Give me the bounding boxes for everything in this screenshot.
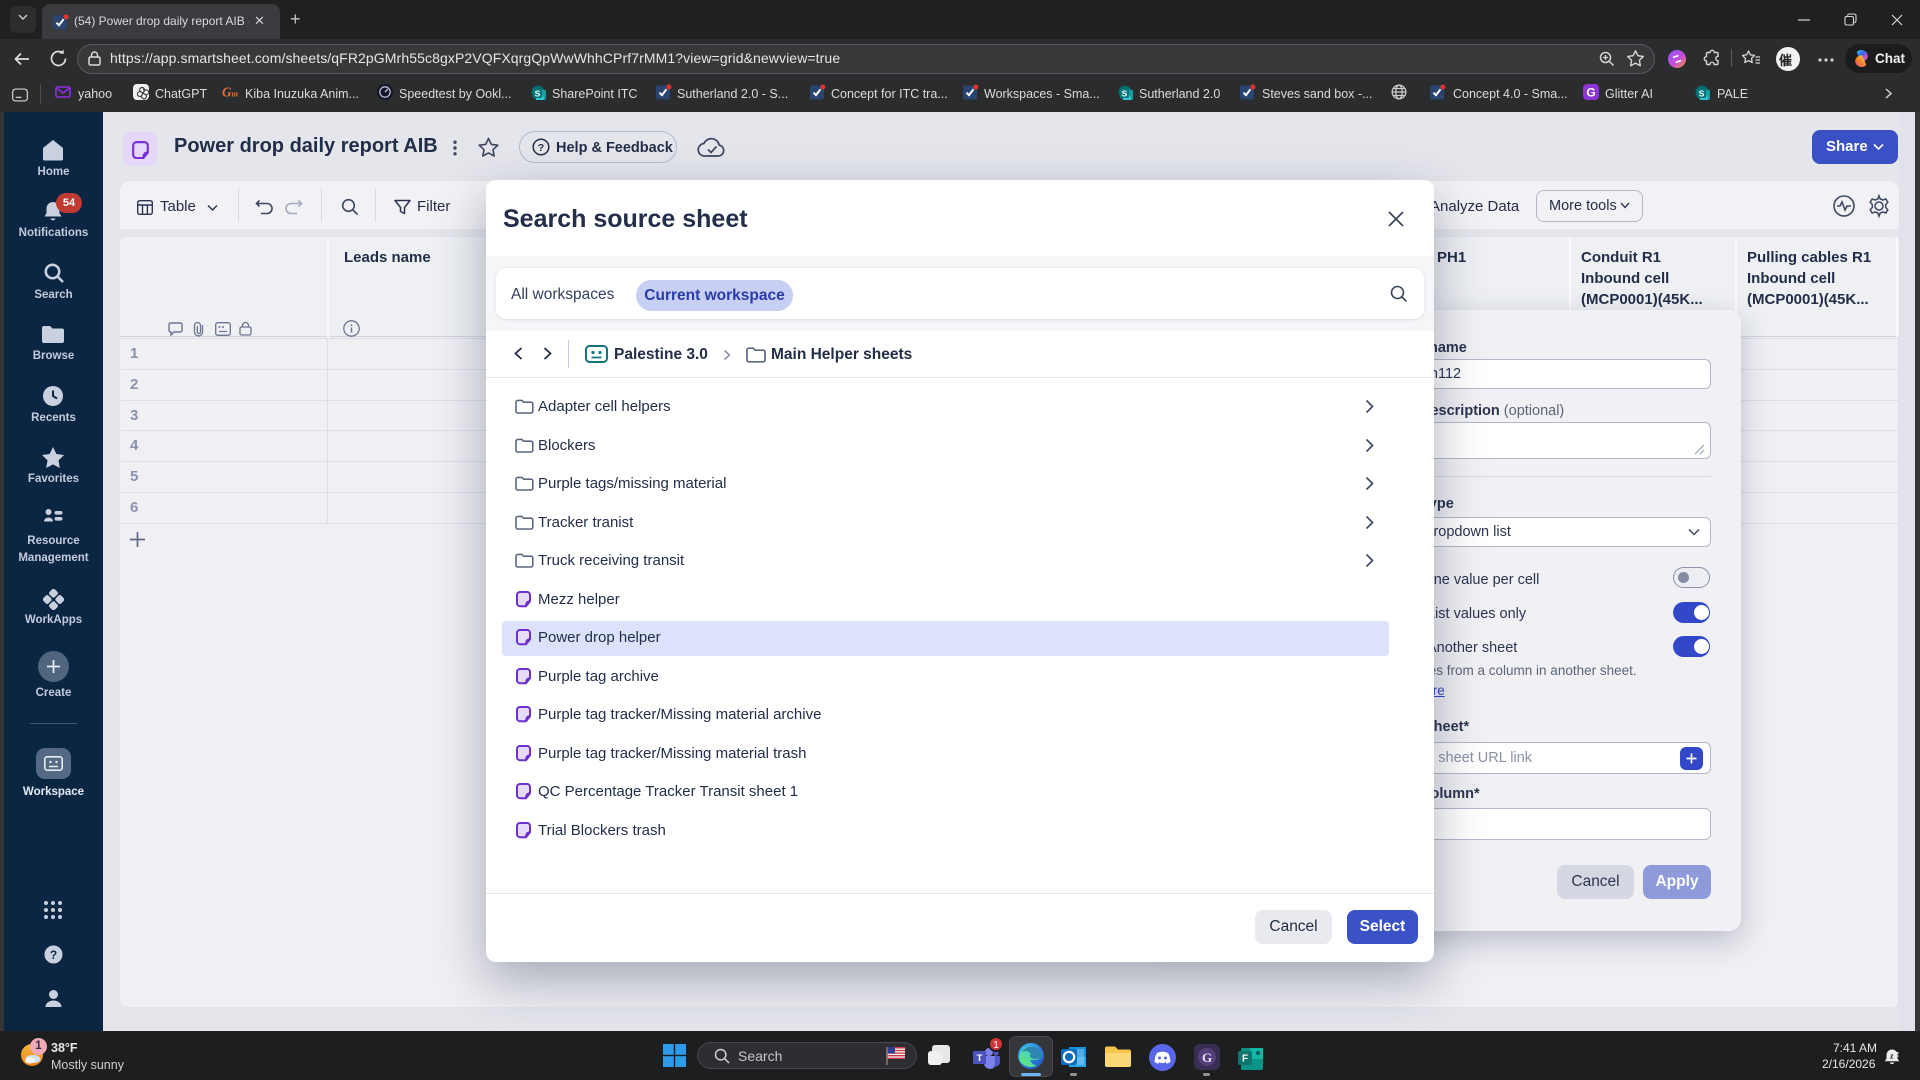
svg-text:z: z	[1890, 1054, 1894, 1061]
svg-text:T: T	[977, 1053, 983, 1064]
svg-text:?: ?	[50, 948, 57, 962]
svg-text:G: G	[1586, 86, 1595, 100]
svg-text:F: F	[1242, 1054, 1248, 1065]
svg-text:?: ?	[538, 142, 544, 154]
svg-text:z: z	[1895, 1050, 1899, 1059]
svg-text:G: G	[1202, 1050, 1212, 1065]
svg-text:Gm: Gm	[222, 85, 238, 100]
